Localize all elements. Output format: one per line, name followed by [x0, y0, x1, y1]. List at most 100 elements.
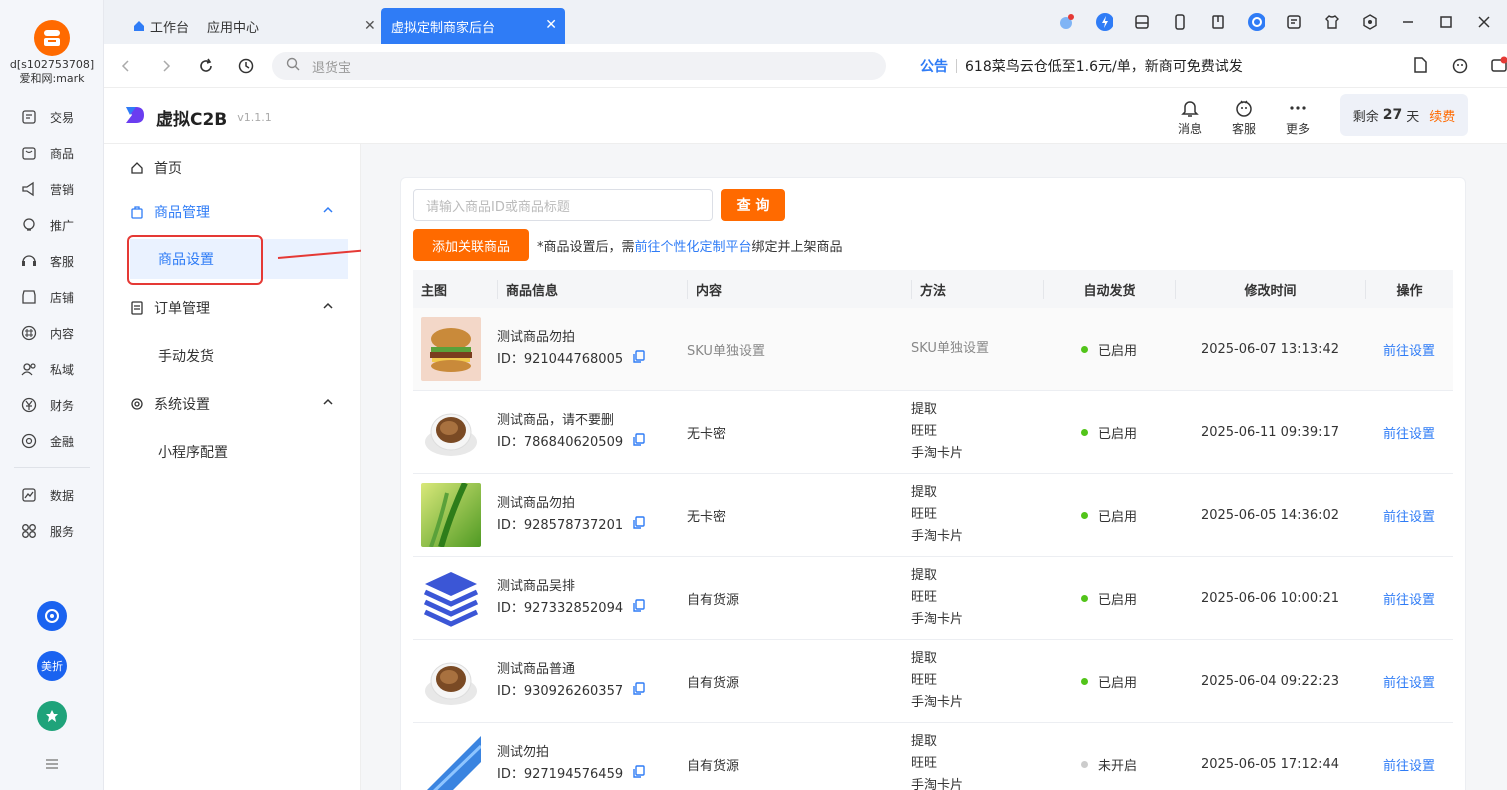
add-linked-goods-button[interactable]: 添加关联商品: [413, 229, 529, 261]
renew-link[interactable]: 续费: [1429, 106, 1455, 125]
modified-time: 2025-06-07 13:13:42: [1200, 341, 1340, 357]
customer-service-label: 客服: [1231, 122, 1256, 136]
rail-item-3[interactable]: 推广: [20, 213, 100, 237]
product-thumbnail[interactable]: [421, 649, 481, 713]
shirt-icon[interactable]: [1323, 13, 1341, 31]
close-window-icon[interactable]: [1475, 13, 1493, 31]
rail-item-9[interactable]: 金融: [20, 429, 100, 453]
tab-bar: 工作台 应用中心 ✕ 虚拟定制商家后台 ✕: [104, 0, 1507, 44]
tab-app-center-label: 应用中心: [207, 20, 260, 36]
address-bar: 退货宝 公告 618菜鸟云仓低至1.6元/单，新商可免费试发: [104, 44, 1507, 88]
announcement[interactable]: 公告 618菜鸟云仓低至1.6元/单，新商可免费试发: [920, 44, 1243, 88]
rail-item-label: 交易: [50, 110, 75, 125]
customer-service-button[interactable]: 客服: [1224, 98, 1264, 137]
product-thumbnail[interactable]: [421, 400, 481, 464]
hamburger-menu-icon[interactable]: [44, 756, 60, 772]
goto-settings-link[interactable]: 前往设置: [1383, 427, 1435, 442]
back-icon[interactable]: [116, 56, 136, 76]
rail-item-5[interactable]: 店铺: [20, 285, 100, 309]
book-icon[interactable]: [1209, 13, 1227, 31]
product-thumbnail[interactable]: [421, 317, 481, 381]
monitor-icon[interactable]: [1133, 13, 1151, 31]
robot-icon[interactable]: [1451, 56, 1469, 78]
rail-item-1[interactable]: 商品: [20, 141, 100, 165]
copy-icon[interactable]: [633, 764, 645, 786]
goto-settings-link[interactable]: 前往设置: [1383, 344, 1435, 359]
minimize-icon[interactable]: [1399, 13, 1417, 31]
phone-icon[interactable]: [1171, 13, 1189, 31]
app-shortcut-1-icon[interactable]: [37, 601, 67, 631]
search-input[interactable]: 退货宝: [272, 52, 886, 80]
rail-item-b0[interactable]: 数据: [20, 483, 100, 507]
product-thumbnail[interactable]: [421, 566, 481, 630]
product-methods: 提取 旺旺 手淘卡片: [911, 482, 1043, 548]
meizhe-app-button[interactable]: 美折: [37, 651, 67, 681]
maximize-icon[interactable]: [1437, 13, 1455, 31]
lightning-icon[interactable]: [1095, 13, 1113, 31]
goto-settings-link[interactable]: 前往设置: [1383, 759, 1435, 774]
messages-button[interactable]: 消息: [1170, 98, 1210, 137]
close-active-tab-icon[interactable]: ✕: [545, 17, 557, 33]
method-item: 手淘卡片: [911, 529, 964, 544]
notice-tag: 公告: [920, 59, 948, 75]
more-button[interactable]: 更多: [1278, 98, 1318, 137]
message-badge-icon[interactable]: [1491, 56, 1507, 78]
menu-mini-program-config[interactable]: 小程序配置: [158, 442, 228, 462]
menu-goods-management[interactable]: 商品管理: [130, 200, 340, 224]
file-icon[interactable]: [1411, 56, 1429, 78]
product-thumbnail[interactable]: [421, 732, 481, 790]
query-button[interactable]: 查 询: [721, 189, 785, 221]
copy-icon[interactable]: [633, 515, 645, 537]
weather-icon[interactable]: [1057, 13, 1075, 31]
menu-home[interactable]: 首页: [130, 156, 340, 180]
goto-settings-link[interactable]: 前往设置: [1383, 510, 1435, 525]
tab-app-center[interactable]: 应用中心: [207, 8, 259, 44]
tip-platform-link[interactable]: 前往个性化定制平台: [635, 236, 752, 255]
menu-order-management[interactable]: 订单管理: [130, 296, 340, 320]
menu-order-management-label: 订单管理: [154, 301, 210, 317]
rail-item-label: 营销: [50, 182, 75, 197]
rail-item-b1[interactable]: 服务: [20, 519, 100, 543]
tab-virtual-c2b[interactable]: 虚拟定制商家后台 ✕: [381, 8, 565, 44]
status-dot: [1080, 428, 1088, 436]
table-row: 测试商品，请不要删 ID： 786840620509 无卡密 提取 旺旺 手淘卡片 已启用 20…: [413, 391, 1453, 474]
app-shortcut-3-icon[interactable]: [37, 701, 67, 731]
copy-icon[interactable]: [633, 432, 645, 454]
product-thumbnail[interactable]: [421, 483, 481, 547]
forward-icon[interactable]: [156, 56, 176, 76]
method-item: 手淘卡片: [911, 778, 964, 790]
rail-item-6[interactable]: 内容: [20, 321, 100, 345]
product-id: ID： 786840620509: [497, 432, 687, 454]
rail-item-2[interactable]: 营销: [20, 177, 100, 201]
menu-system-settings[interactable]: 系统设置: [130, 392, 340, 416]
product-content: 自有货源: [687, 675, 740, 691]
rail-item-0[interactable]: 交易: [20, 105, 100, 129]
rail-item-7[interactable]: 私域: [20, 357, 100, 381]
close-tab-icon[interactable]: ✕: [364, 18, 376, 34]
bell-icon: [1170, 98, 1210, 118]
rail-item-8[interactable]: 财务: [20, 393, 100, 417]
rail-item-label: 数据: [50, 488, 75, 503]
copy-icon[interactable]: [633, 349, 645, 371]
rail-item-4[interactable]: 客服: [20, 249, 100, 273]
menu-goods-management-label: 商品管理: [154, 205, 210, 221]
qianniu-logo-icon[interactable]: [34, 20, 70, 56]
settings-icon[interactable]: [1361, 13, 1379, 31]
tab-workbench[interactable]: 工作台: [132, 8, 189, 44]
copy-icon[interactable]: [633, 681, 645, 703]
product-content: 自有货源: [687, 758, 740, 774]
auto-ship-status: 已启用: [1080, 423, 1137, 442]
notes-icon[interactable]: [1285, 13, 1303, 31]
assistant-icon[interactable]: [1247, 13, 1265, 31]
rail-item-label: 店铺: [50, 290, 75, 305]
refresh-icon[interactable]: [196, 56, 216, 76]
goto-settings-link[interactable]: 前往设置: [1383, 676, 1435, 691]
copy-icon[interactable]: [633, 598, 645, 620]
main-content: 请输入商品ID或商品标题 查 询 添加关联商品 *商品设置后，需 前往个性化定制…: [361, 144, 1507, 790]
menu-manual-ship[interactable]: 手动发货: [158, 346, 214, 366]
goto-settings-link[interactable]: 前往设置: [1383, 593, 1435, 608]
goods-search-input[interactable]: 请输入商品ID或商品标题: [413, 189, 713, 221]
product-name: 测试商品勿拍: [497, 330, 576, 345]
notice-text: 618菜鸟云仓低至1.6元/单，新商可免费试发: [965, 59, 1243, 75]
history-icon[interactable]: [236, 56, 256, 76]
